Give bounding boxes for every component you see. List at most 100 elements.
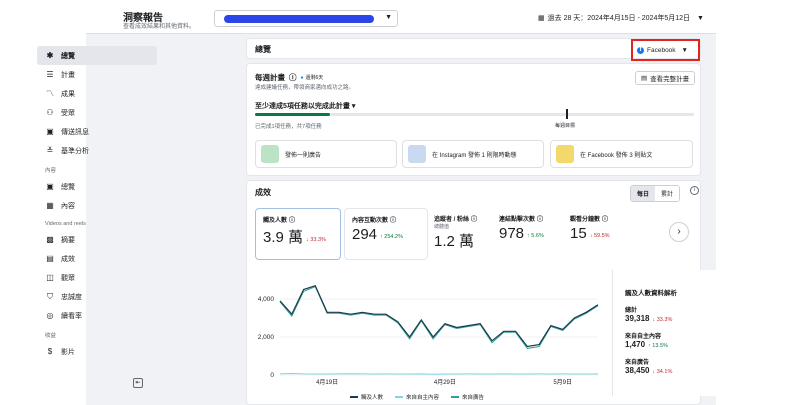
- metric-value: 1.2 萬: [434, 233, 475, 250]
- metric-label: 內容互動次數 ⓘ: [352, 215, 420, 224]
- tab-cumulative[interactable]: 累計: [655, 186, 680, 201]
- sidebar-item-label: 續看率: [61, 312, 82, 320]
- metric-label-text: 觸及人數: [263, 218, 288, 224]
- view-full-plan-button[interactable]: ▤ 查看完整計畫: [635, 71, 696, 85]
- date-range-selector[interactable]: ▦ 過去 28 天：2024年4月15日 - 2024年5月12日 ▼: [538, 13, 704, 23]
- plan-progress-bar: [255, 113, 694, 116]
- metric-label: 追蹤者 / 粉絲 ⓘ: [434, 214, 490, 223]
- sidebar-item-earnings[interactable]: $ 影片: [37, 342, 157, 361]
- sidebar-item-label: 觀眾: [61, 274, 75, 282]
- next-metrics-button[interactable]: ›: [669, 222, 689, 242]
- calendar-icon: ▦: [538, 15, 545, 22]
- series-line-ads: [279, 286, 599, 349]
- sidebar-item-benchmark[interactable]: ≚ 基準分析: [37, 141, 157, 160]
- sidebar-item-plan[interactable]: ☰ 計畫: [37, 65, 157, 84]
- metric-card-followers[interactable]: 追蹤者 / 粉絲 ⓘ 總體值 1.2 萬: [427, 208, 497, 260]
- caret-down-icon: ▾: [351, 103, 356, 110]
- sidebar: ✱ 總覽 ☰ 計畫 〽成果 ⚇ 受眾 ▣ 傳送訊息 ≚ 基準分析 內容 ▣ 總覽 ▦ 內容 V…: [37, 46, 157, 361]
- legend-label: 來自自主內容: [406, 395, 440, 401]
- sidebar-item-summary[interactable]: ▩ 摘要: [37, 230, 157, 249]
- chevron-right-icon: ›: [677, 226, 681, 237]
- organic-label: 來自自主內容: [625, 334, 662, 340]
- task-card-facebook-posts[interactable]: 在 Facebook 發佈 3 則貼文: [550, 140, 693, 168]
- loyalty-icon: ⛉: [47, 291, 53, 301]
- metric-value: 15: [570, 225, 587, 242]
- y-tick-label: 0: [270, 372, 274, 379]
- goal-marker-label: 每週目標: [555, 123, 576, 129]
- document-icon: ▤: [641, 75, 648, 82]
- y-tick-label: 4,000: [258, 296, 275, 303]
- legend-item-ads[interactable]: 來自廣告: [451, 393, 484, 401]
- sidebar-item-audience[interactable]: ⚇ 受眾: [37, 103, 157, 122]
- metric-label: 觸及人數 ⓘ: [263, 215, 333, 224]
- sidebar-item-label: 基準分析: [61, 147, 89, 155]
- view-full-plan-label: 查看完整計畫: [650, 76, 690, 83]
- info-icon: ⓘ: [390, 218, 397, 224]
- sidebar-item-label: 成果: [61, 90, 75, 98]
- ads-change: ↓ 34.1%: [652, 369, 673, 375]
- account-selector[interactable]: ▼: [214, 10, 398, 27]
- tab-daily[interactable]: 每日: [631, 186, 656, 201]
- series-line-reach: [279, 284, 599, 348]
- x-tick-label: 4月19日: [316, 379, 338, 386]
- plan-icon: ☰: [46, 70, 54, 79]
- sidebar-item-viewers[interactable]: ◫ 觀眾: [37, 268, 157, 287]
- x-tick-label: 5月9日: [553, 379, 572, 386]
- total-change: ↓ 33.3%: [652, 317, 673, 323]
- total-label: 總計: [625, 308, 638, 314]
- metric-card-reach[interactable]: 觸及人數 ⓘ 3.9 萬 ↓ 33.3%: [255, 208, 341, 260]
- sidebar-item-content-overview[interactable]: ▣ 總覽: [37, 177, 157, 196]
- performance-title: 成效: [255, 188, 271, 197]
- plan-progress-fill: [255, 113, 330, 116]
- sidebar-item-performance[interactable]: ▤ 成效: [37, 249, 157, 268]
- ads-label: 來自廣告: [625, 360, 650, 366]
- collapse-sidebar-icon[interactable]: ⇤: [133, 378, 143, 388]
- sidebar-item-loyalty[interactable]: ⛉ 忠誠度: [37, 287, 157, 306]
- platform-selector[interactable]: f Facebook ▼: [631, 39, 700, 61]
- overview-panel: 總覽 f Facebook ▼: [246, 38, 701, 61]
- section-content-heading: 內容: [45, 168, 57, 174]
- task-card-ad[interactable]: 發佈一則廣告: [255, 140, 397, 168]
- goal-text: 至少達成5項任務以完成此計畫 ▾: [255, 101, 355, 111]
- info-icon: ⓘ: [537, 217, 544, 223]
- metric-card-watch-minutes[interactable]: 觀看分鐘數 ⓘ 15 ↓ 59.5%: [563, 208, 643, 260]
- view-toggle: 每日 累計: [630, 185, 681, 202]
- caret-down-icon: ▼: [385, 14, 392, 21]
- legend-item-reach[interactable]: 觸及人數: [350, 393, 383, 401]
- metric-label: 連結點擊次數 ⓘ: [499, 214, 561, 223]
- viewers-icon: ◫: [46, 273, 54, 282]
- content-overview-icon: ▣: [46, 182, 54, 191]
- metric-card-engagement[interactable]: 內容互動次數 ⓘ 294 ↑ 254.2%: [344, 208, 428, 260]
- legend-item-organic[interactable]: 來自自主內容: [395, 393, 439, 401]
- clock-icon: ●: [300, 74, 304, 81]
- overview-title: 總覽: [255, 45, 271, 54]
- sidebar-item-messages[interactable]: ▣ 傳送訊息: [37, 122, 157, 141]
- task-label: 發佈一則廣告: [285, 152, 322, 159]
- caret-down-icon: ▼: [697, 14, 704, 22]
- instagram-story-icon: [408, 145, 426, 163]
- legend-label: 來自廣告: [462, 395, 485, 401]
- sidebar-item-label: 忠誠度: [61, 293, 82, 301]
- section-earnings-heading: 收益: [45, 333, 57, 339]
- x-tick-label: 4月29日: [434, 379, 456, 386]
- metric-value: 3.9 萬: [263, 229, 304, 246]
- metric-change: ↓ 59.5%: [589, 233, 610, 240]
- facebook-post-icon: [556, 145, 574, 163]
- metric-card-link-clicks[interactable]: 連結點擊次數 ⓘ 978 ↑ 5.6%: [492, 208, 568, 260]
- legend-label: 觸及人數: [361, 395, 384, 401]
- chart-legend: 觸及人數 來自自主內容 來自廣告: [350, 393, 484, 401]
- sidebar-item-results[interactable]: 〽成果: [37, 84, 157, 103]
- content-icon: ▦: [46, 201, 54, 210]
- page-subtitle: 查看成效結果和其他資料。: [123, 24, 196, 30]
- tasks-done-text: 已完成1項任務，共7項任務: [255, 124, 322, 130]
- info-icon[interactable]: i: [690, 186, 699, 195]
- task-card-instagram-story[interactable]: 在 Instagram 發佈 1 則限時動態: [402, 140, 544, 168]
- sidebar-item-content[interactable]: ▦ 內容: [37, 196, 157, 215]
- metric-label-text: 觀看分鐘數: [570, 217, 601, 223]
- facebook-icon: f: [637, 46, 644, 54]
- sidebar-item-retention[interactable]: ◎ 續看率: [37, 306, 157, 325]
- metric-label-text: 連結點擊次數: [499, 217, 536, 223]
- metric-value: 294: [352, 226, 378, 243]
- weekly-plan-heading: 每週計畫 ⓘ ● 還剩6天: [255, 72, 323, 83]
- sidebar-item-overview[interactable]: ✱ 總覽: [37, 46, 157, 65]
